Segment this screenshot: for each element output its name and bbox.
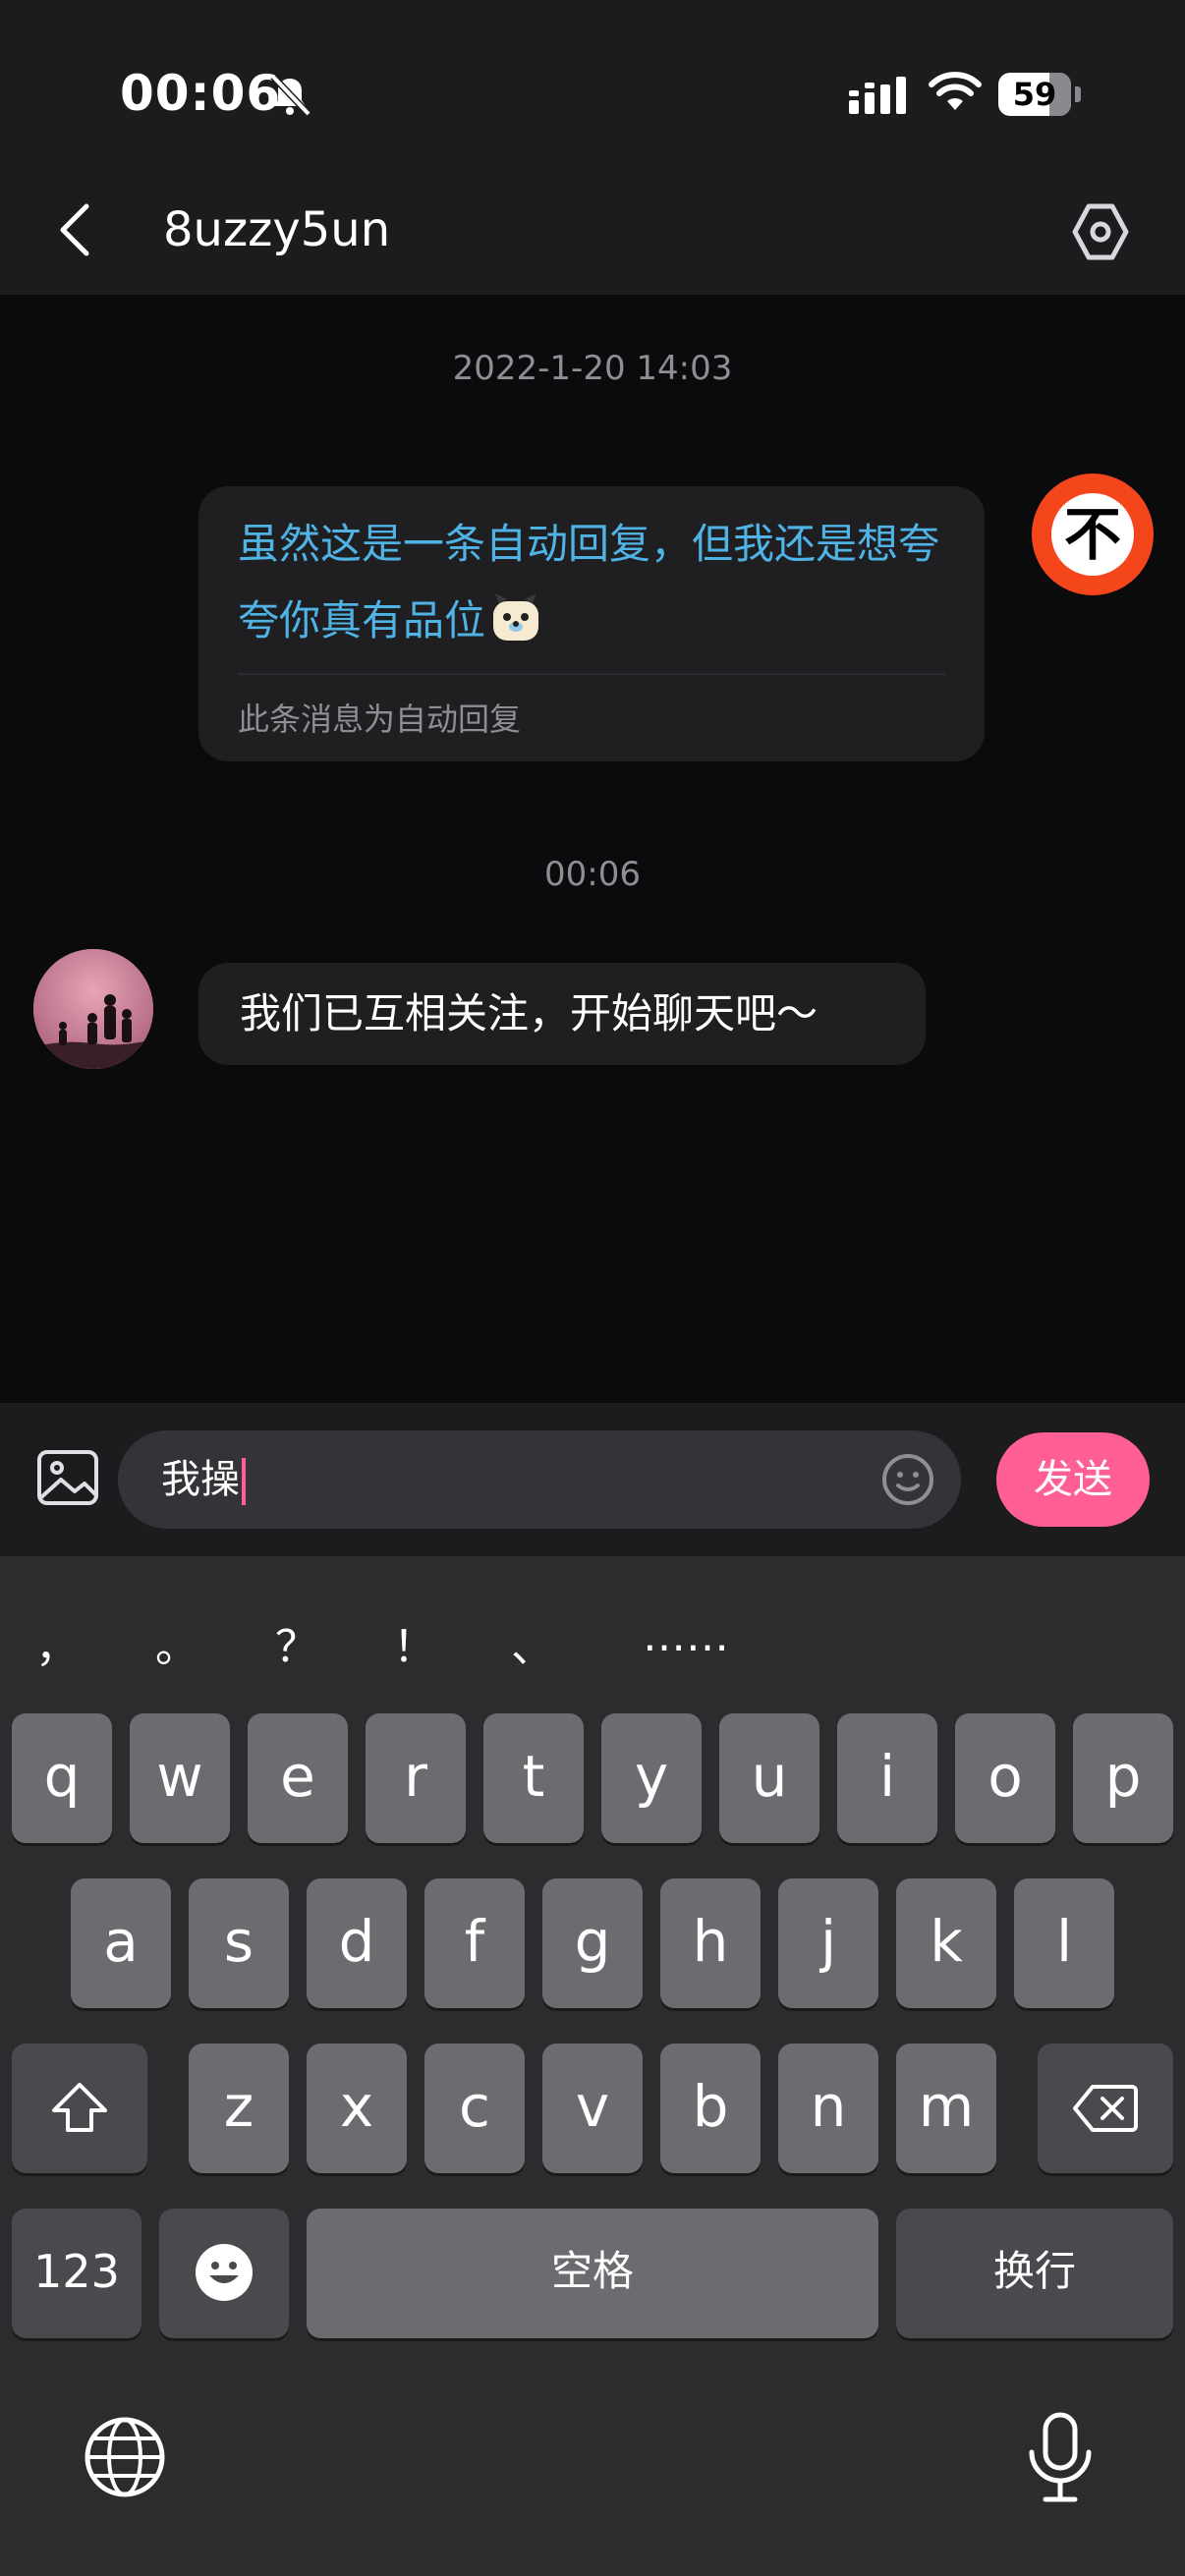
text-caret xyxy=(242,1458,246,1505)
space-key[interactable]: 空格 xyxy=(307,2209,878,2338)
key-j[interactable]: j xyxy=(778,1878,878,2008)
key-e[interactable]: e xyxy=(248,1713,348,1843)
wifi-icon xyxy=(929,72,982,110)
key-m[interactable]: m xyxy=(896,2044,996,2173)
divider xyxy=(238,673,945,675)
key-r[interactable]: r xyxy=(366,1713,466,1843)
timestamp: 00:06 xyxy=(544,855,641,894)
punct-question[interactable]: ？ xyxy=(257,1611,336,1674)
auto-reply-bubble[interactable]: 虽然这是一条自动回复，但我还是想夸夸你真有品位 此条消息为自动回复 xyxy=(198,486,985,761)
punct-pause[interactable]: 、 xyxy=(493,1611,572,1674)
key-d[interactable]: d xyxy=(307,1878,407,2008)
punct-exclaim[interactable]: ！ xyxy=(375,1611,454,1674)
emoji-key[interactable] xyxy=(159,2209,289,2338)
key-l[interactable]: l xyxy=(1014,1878,1114,2008)
key-h[interactable]: h xyxy=(660,1878,761,2008)
key-v[interactable]: v xyxy=(542,2044,643,2173)
key-n[interactable]: n xyxy=(778,2044,878,2173)
status-time: 00:06 xyxy=(120,65,282,122)
backspace-key[interactable] xyxy=(1038,2044,1173,2173)
page-title: 8uzzy5un xyxy=(163,202,391,257)
punct-period[interactable]: 。 xyxy=(138,1611,216,1674)
key-q[interactable]: q xyxy=(12,1713,112,1843)
key-k[interactable]: k xyxy=(896,1878,996,2008)
auto-reply-text: 虽然这是一条自动回复，但我还是想夸夸你真有品位 xyxy=(238,520,940,644)
key-a[interactable]: a xyxy=(71,1878,171,2008)
hexagon-settings-icon[interactable] xyxy=(1069,200,1132,263)
signal-icon xyxy=(849,77,906,114)
shift-icon xyxy=(52,2083,107,2132)
key-b[interactable]: b xyxy=(660,2044,761,2173)
timestamp: 2022-1-20 14:03 xyxy=(452,349,733,388)
key-s[interactable]: s xyxy=(189,1878,289,2008)
punct-ellipsis[interactable]: …… xyxy=(627,1611,745,1661)
key-c[interactable]: c xyxy=(424,2044,525,2173)
battery-icon: 59 xyxy=(998,73,1081,116)
avatar[interactable] xyxy=(33,949,153,1069)
message-text: 我们已互相关注，开始聊天吧～ xyxy=(240,989,818,1037)
backspace-icon xyxy=(1073,2085,1138,2132)
key-f[interactable]: f xyxy=(424,1878,525,2008)
shift-key[interactable] xyxy=(12,2044,147,2173)
auto-reply-note: 此条消息为自动回复 xyxy=(238,700,522,738)
emoji-icon[interactable] xyxy=(880,1452,935,1507)
key-p[interactable]: p xyxy=(1073,1713,1173,1843)
punct-comma[interactable]: ， xyxy=(18,1611,96,1674)
key-w[interactable]: w xyxy=(130,1713,230,1843)
key-y[interactable]: y xyxy=(601,1713,702,1843)
chat-area[interactable] xyxy=(0,295,1185,1403)
microphone-icon[interactable] xyxy=(1022,2411,1099,2505)
key-z[interactable]: z xyxy=(189,2044,289,2173)
key-i[interactable]: i xyxy=(837,1713,937,1843)
dog-face-icon xyxy=(493,593,539,641)
message-bubble[interactable]: 我们已互相关注，开始聊天吧～ xyxy=(198,963,926,1065)
battery-level: 59 xyxy=(1012,76,1057,113)
avatar-text: 不 xyxy=(1063,501,1121,568)
chevron-left-icon[interactable] xyxy=(55,198,98,261)
key-t[interactable]: t xyxy=(483,1713,584,1843)
bell-off-icon xyxy=(270,74,311,117)
key-g[interactable]: g xyxy=(542,1878,643,2008)
send-button[interactable]: 发送 xyxy=(996,1432,1150,1527)
globe-icon[interactable] xyxy=(83,2415,167,2499)
smiley-icon xyxy=(196,2244,253,2301)
key-u[interactable]: u xyxy=(719,1713,819,1843)
message-input[interactable]: 我操 xyxy=(118,1430,961,1529)
avatar[interactable]: 不 xyxy=(1032,474,1154,595)
key-o[interactable]: o xyxy=(955,1713,1055,1843)
image-icon[interactable] xyxy=(35,1446,102,1509)
return-key[interactable]: 换行 xyxy=(896,2209,1173,2338)
numbers-key[interactable]: 123 xyxy=(12,2209,141,2338)
key-x[interactable]: x xyxy=(307,2044,407,2173)
input-value: 我操 xyxy=(161,1457,240,1502)
